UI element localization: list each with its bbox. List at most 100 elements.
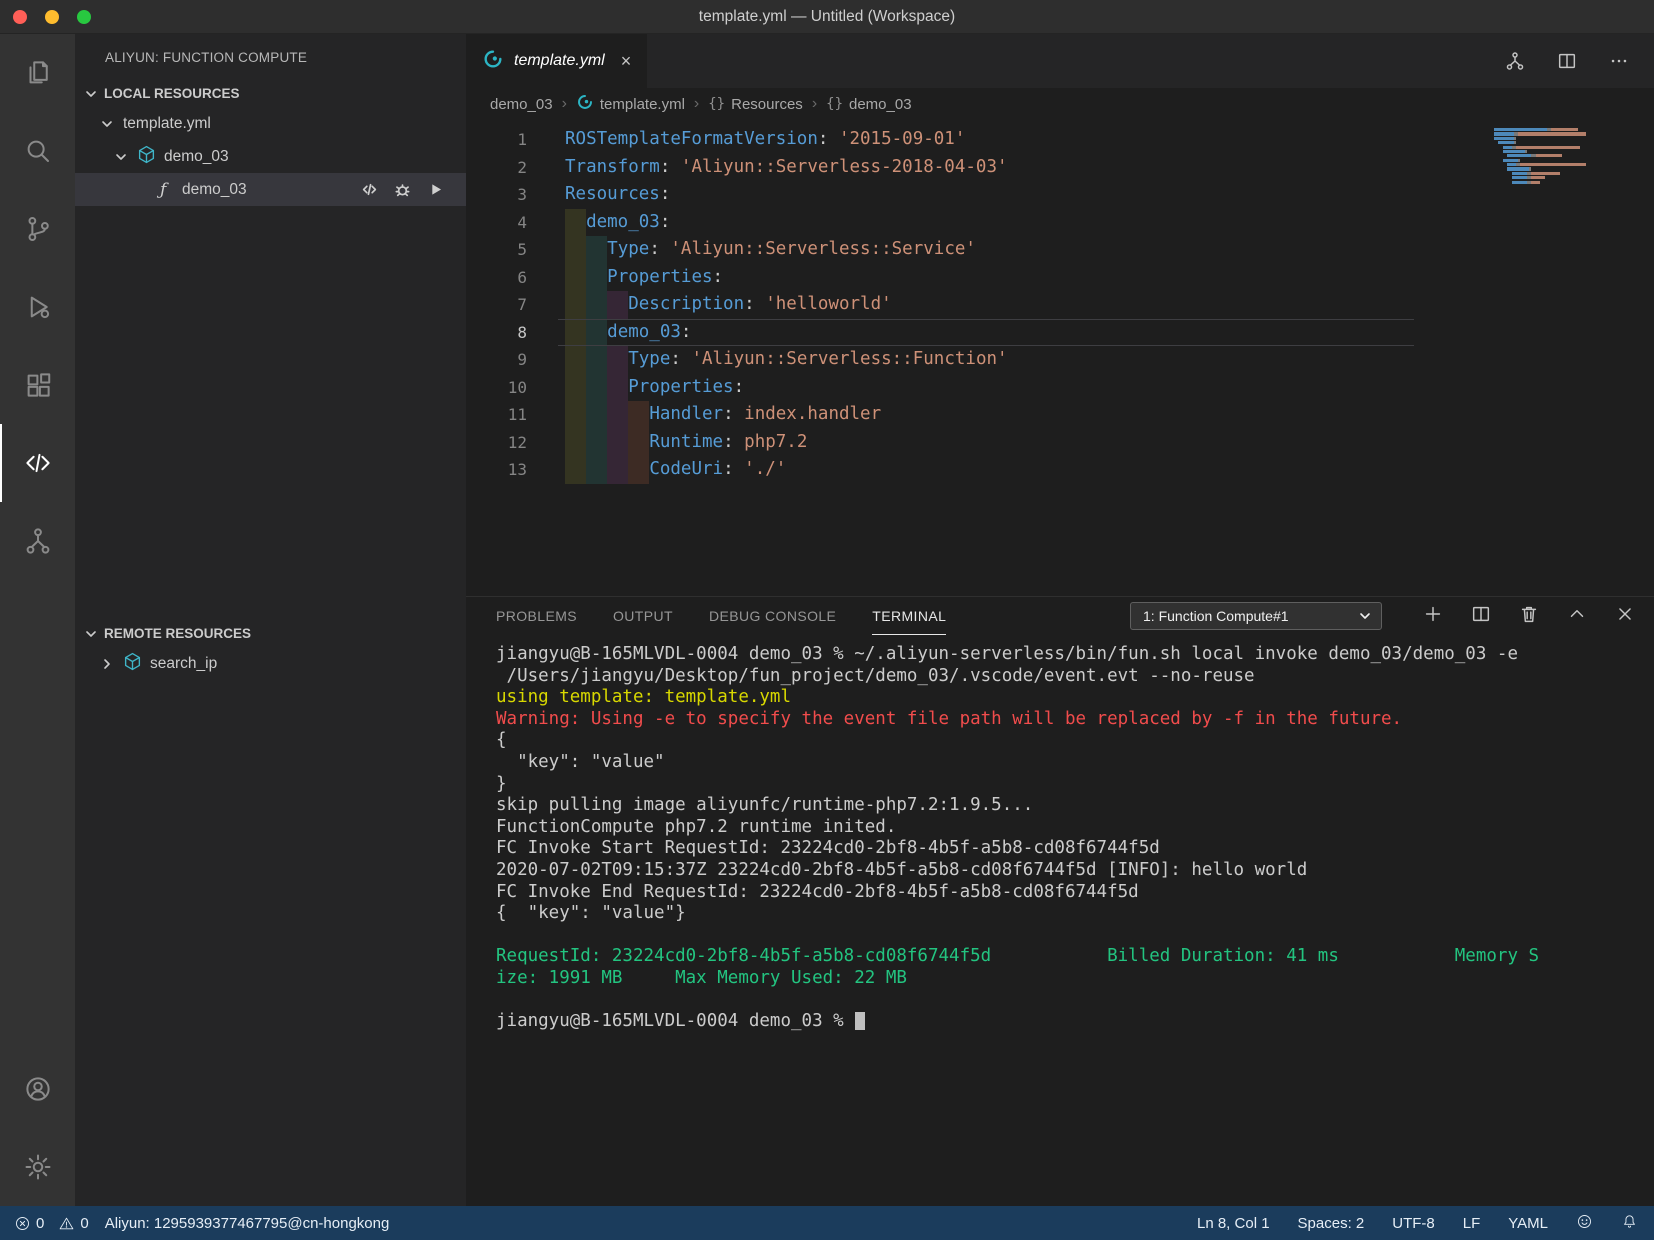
tree-item-demo03-service[interactable]: demo_03 bbox=[75, 140, 466, 173]
code-text[interactable]: demo_03: bbox=[565, 318, 691, 346]
new-terminal-button[interactable] bbox=[1422, 603, 1444, 630]
code-text[interactable]: CodeUri: './' bbox=[565, 456, 786, 484]
line-number[interactable]: 13 bbox=[466, 456, 527, 484]
code-line[interactable]: 3 Resources: bbox=[466, 181, 1654, 209]
code-line[interactable]: 10 Properties: bbox=[466, 373, 1654, 402]
code-line[interactable]: 5 Type: 'Aliyun::Serverless::Service' bbox=[466, 236, 1654, 264]
code-text[interactable]: ROSTemplateFormatVersion: '2015-09-01' bbox=[565, 126, 965, 154]
breadcrumb-item[interactable]: template.yml bbox=[576, 93, 685, 115]
code-text[interactable]: Resources: bbox=[565, 181, 670, 209]
aliyun-account-status[interactable]: Aliyun: 1295939377467795@cn-hongkong bbox=[105, 1215, 390, 1232]
code-text[interactable]: Transform: 'Aliyun::Serverless-2018-04-0… bbox=[565, 154, 1008, 182]
problems-status[interactable]: 0 0 bbox=[14, 1215, 89, 1232]
more-actions-icon[interactable] bbox=[1608, 50, 1630, 72]
code-line[interactable]: 9 Type: 'Aliyun::Serverless::Function' bbox=[466, 346, 1654, 374]
chevron-down-icon[interactable] bbox=[99, 116, 115, 132]
code-line[interactable]: 4 demo_03: bbox=[466, 208, 1654, 237]
chevron-down-icon bbox=[1360, 613, 1370, 619]
section-header-remote-resources[interactable]: REMOTE RESOURCES bbox=[75, 620, 466, 647]
close-panel-button[interactable] bbox=[1614, 603, 1636, 630]
activity-aliyun-function-compute[interactable] bbox=[0, 424, 75, 502]
minimize-window-button[interactable] bbox=[45, 9, 59, 24]
deploy-hierarchy-icon[interactable] bbox=[1504, 50, 1526, 72]
zoom-window-button[interactable] bbox=[77, 9, 91, 24]
indentation-status[interactable]: Spaces: 2 bbox=[1298, 1215, 1365, 1232]
code-line[interactable]: 1 ROSTemplateFormatVersion: '2015-09-01' bbox=[466, 126, 1654, 154]
line-number[interactable]: 2 bbox=[466, 154, 527, 182]
tab-problems[interactable]: PROBLEMS bbox=[496, 597, 577, 635]
tab-template-yml[interactable]: template.yml × bbox=[466, 34, 649, 88]
code-text[interactable]: Runtime: php7.2 bbox=[565, 428, 807, 456]
code-line[interactable]: 13 CodeUri: './' bbox=[466, 456, 1654, 484]
breadcrumb-item[interactable]: {} demo_03 bbox=[826, 96, 911, 113]
line-number[interactable]: 3 bbox=[466, 181, 527, 209]
cursor-position-status[interactable]: Ln 8, Col 1 bbox=[1197, 1215, 1270, 1232]
code-line[interactable]: 11 Handler: index.handler bbox=[466, 401, 1654, 429]
line-number[interactable]: 5 bbox=[466, 236, 527, 264]
code-text[interactable]: Properties: bbox=[565, 263, 723, 291]
terminal-line: jiangyu@B-165MLVDL-0004 demo_03 % bbox=[496, 1011, 1654, 1033]
show-code-icon[interactable] bbox=[361, 181, 378, 198]
code-line[interactable]: 7 Description: 'helloworld' bbox=[466, 291, 1654, 319]
code-text[interactable]: Type: 'Aliyun::Serverless::Function' bbox=[565, 346, 1008, 374]
tab-terminal[interactable]: TERMINAL bbox=[872, 597, 947, 635]
code-text[interactable]: Type: 'Aliyun::Serverless::Service' bbox=[565, 236, 976, 264]
maximize-panel-button[interactable] bbox=[1566, 603, 1588, 630]
breadcrumb-item[interactable]: {} Resources bbox=[708, 96, 803, 113]
line-number[interactable]: 8 bbox=[466, 319, 527, 347]
tab-bar: template.yml × bbox=[466, 34, 1654, 88]
code-line[interactable]: 12 Runtime: php7.2 bbox=[466, 428, 1654, 457]
line-number[interactable]: 12 bbox=[466, 429, 527, 457]
line-number[interactable]: 1 bbox=[466, 126, 527, 154]
code-line[interactable]: 2 Transform: 'Aliyun::Serverless-2018-04-… bbox=[466, 154, 1654, 182]
line-number[interactable]: 10 bbox=[466, 374, 527, 402]
code-line[interactable]: 6 Properties: bbox=[466, 263, 1654, 292]
tab-output[interactable]: OUTPUT bbox=[613, 597, 673, 635]
kill-terminal-button[interactable] bbox=[1518, 603, 1540, 630]
activity-settings[interactable] bbox=[0, 1128, 75, 1206]
feedback-button[interactable] bbox=[1576, 1213, 1593, 1234]
close-icon bbox=[1619, 607, 1631, 620]
tree-item-template-yml[interactable]: template.yml bbox=[75, 107, 466, 140]
notifications-button[interactable] bbox=[1621, 1213, 1638, 1234]
tree-item-demo03-function[interactable]: ƒ demo_03 bbox=[75, 173, 466, 206]
activity-search[interactable] bbox=[0, 112, 75, 190]
eol-status[interactable]: LF bbox=[1463, 1215, 1481, 1232]
breadcrumb-item[interactable]: demo_03 bbox=[490, 96, 553, 113]
code-text[interactable]: demo_03: bbox=[565, 208, 670, 236]
line-number[interactable]: 9 bbox=[466, 346, 527, 374]
tree-item-search-ip[interactable]: search_ip bbox=[75, 647, 466, 680]
section-header-local-resources[interactable]: LOCAL RESOURCES bbox=[75, 80, 466, 107]
activity-source-control[interactable] bbox=[0, 190, 75, 268]
line-number[interactable]: 4 bbox=[466, 209, 527, 237]
split-editor-icon[interactable] bbox=[1556, 50, 1578, 72]
chevron-down-icon[interactable] bbox=[113, 149, 129, 165]
code-text[interactable]: Properties: bbox=[565, 373, 744, 401]
language-mode-status[interactable]: YAML bbox=[1508, 1215, 1548, 1232]
close-window-button[interactable] bbox=[13, 9, 27, 24]
activity-explorer[interactable] bbox=[0, 34, 75, 112]
terminal-instance-select[interactable]: 1: Function Compute#1 bbox=[1130, 602, 1382, 630]
terminal-line: 2020-07-02T09:15:37Z 23224cd0-2bf8-4b5f-… bbox=[496, 859, 1308, 880]
code-text[interactable]: Description: 'helloworld' bbox=[565, 291, 892, 319]
chevron-right-icon[interactable] bbox=[99, 656, 115, 672]
tab-debug-console[interactable]: DEBUG CONSOLE bbox=[709, 597, 836, 635]
activity-run-debug[interactable] bbox=[0, 268, 75, 346]
activity-deploy[interactable] bbox=[0, 502, 75, 580]
line-number[interactable]: 7 bbox=[466, 291, 527, 319]
debug-bug-icon[interactable] bbox=[394, 181, 411, 198]
split-terminal-button[interactable] bbox=[1470, 603, 1492, 630]
line-number[interactable]: 6 bbox=[466, 264, 527, 292]
activity-extensions[interactable] bbox=[0, 346, 75, 424]
encoding-status[interactable]: UTF-8 bbox=[1392, 1215, 1435, 1232]
code-editor[interactable]: 1 ROSTemplateFormatVersion: '2015-09-01' 2… bbox=[466, 120, 1654, 596]
activity-account[interactable] bbox=[0, 1050, 75, 1128]
line-number[interactable]: 11 bbox=[466, 401, 527, 429]
code-line[interactable]: 8 demo_03: bbox=[466, 318, 1654, 347]
minimap[interactable] bbox=[1494, 128, 1634, 185]
code-text[interactable]: Handler: index.handler bbox=[565, 401, 881, 429]
terminal[interactable]: jiangyu@B-165MLVDL-0004 demo_03 % ~/.ali… bbox=[466, 635, 1654, 1206]
run-function-icon[interactable] bbox=[427, 181, 444, 198]
tab-close-icon[interactable]: × bbox=[621, 51, 632, 72]
terminal-output: jiangyu@B-165MLVDL-0004 demo_03 % ~/.ali… bbox=[496, 644, 1654, 1033]
